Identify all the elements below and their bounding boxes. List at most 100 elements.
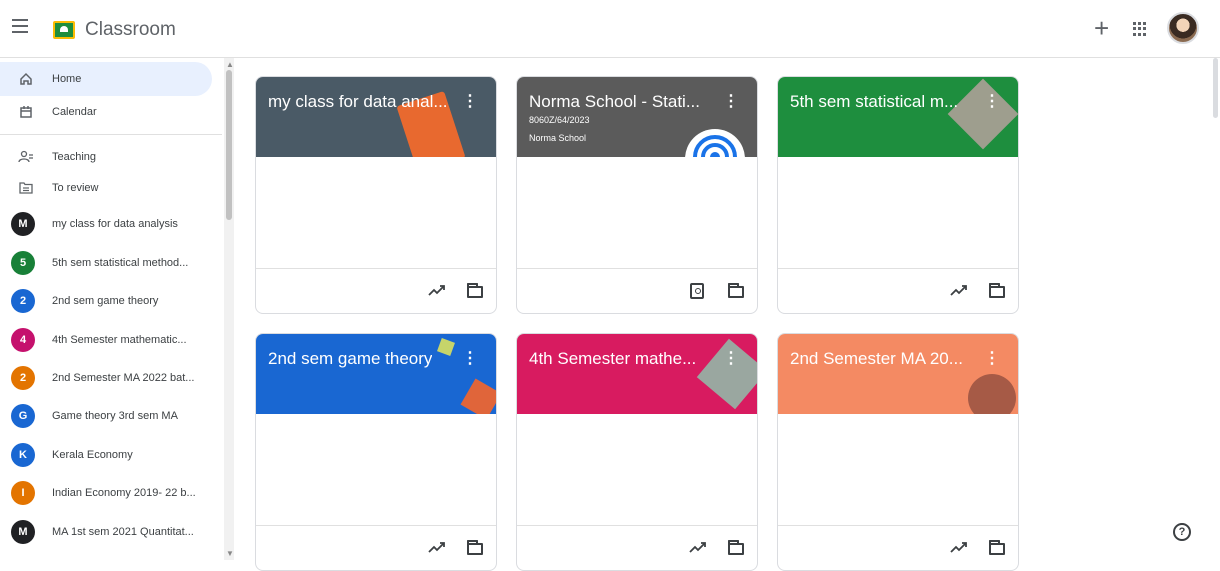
class-card-banner[interactable]: 5th sem statistical m... ⋮	[778, 77, 1018, 157]
sidebar-scrollbar-thumb[interactable]	[226, 70, 232, 220]
sidebar: Home Calendar Teaching To review M my cl…	[0, 58, 222, 560]
class-card-banner[interactable]: Norma School - Stati... 8060Z/64/2023 No…	[517, 77, 757, 157]
class-initial-avatar: K	[11, 443, 35, 467]
folder-icon[interactable]	[728, 283, 744, 298]
trending-icon[interactable]	[950, 540, 968, 554]
sidebar-item-label: 2nd sem game theory	[52, 295, 159, 307]
sidebar-item-to-review[interactable]: To review	[0, 171, 212, 205]
sidebar-item-calendar[interactable]: Calendar	[0, 95, 212, 129]
folder-icon[interactable]	[467, 540, 483, 555]
more-vert-icon[interactable]: ⋮	[462, 91, 478, 111]
sidebar-scrollbar[interactable]: ▲ ▼	[224, 58, 234, 560]
game-board-illustration	[460, 378, 496, 414]
trending-icon[interactable]	[428, 540, 446, 554]
class-initial-avatar: 5	[11, 251, 35, 275]
portrait-icon[interactable]	[690, 283, 704, 299]
sidebar-item-label: MA 1st sem 2021 Quantitat...	[52, 526, 194, 538]
class-initial-avatar: M	[11, 212, 35, 236]
school-logo-icon	[685, 129, 745, 157]
trending-icon[interactable]	[950, 283, 968, 297]
class-card[interactable]: my class for data anal... ⋮	[255, 76, 497, 314]
class-initial-avatar: I	[11, 481, 35, 505]
scroll-up-arrow-icon[interactable]: ▲	[226, 60, 234, 69]
sidebar-item-label: Teaching	[52, 151, 97, 163]
class-card-section: 8060Z/64/2023	[529, 115, 590, 125]
plus-icon[interactable]: +	[1094, 15, 1109, 41]
more-vert-icon[interactable]: ⋮	[723, 91, 739, 111]
sidebar-class-item[interactable]: 4 4th Semester mathematic...	[0, 323, 212, 357]
class-card-title[interactable]: 4th Semester mathe...	[529, 349, 696, 369]
sidebar-class-item[interactable]: I Indian Economy 2019- 22 b...	[0, 476, 212, 510]
class-card-footer	[778, 268, 1018, 313]
sidebar-class-item[interactable]: 2 2nd sem game theory	[0, 284, 212, 318]
home-icon	[0, 72, 52, 86]
class-card-banner[interactable]: 2nd Semester MA 20... ⋮	[778, 334, 1018, 414]
sidebar-class-item[interactable]: M MA 1st sem 2021 Quantitat...	[0, 515, 212, 549]
sidebar-item-teaching[interactable]: Teaching	[0, 140, 212, 174]
sidebar-item-label: Kerala Economy	[52, 449, 133, 461]
class-card[interactable]: 2nd Semester MA 20... ⋮	[777, 333, 1019, 571]
class-card-title[interactable]: 2nd sem game theory	[268, 349, 432, 369]
class-initial-avatar: M	[11, 520, 35, 544]
main-scrollbar[interactable]	[1210, 58, 1220, 560]
class-initial-avatar: G	[11, 404, 35, 428]
trending-icon[interactable]	[428, 283, 446, 297]
dice-illustration	[437, 338, 455, 356]
trending-icon[interactable]	[689, 540, 707, 554]
class-initial-avatar: 2	[11, 289, 35, 313]
people-icon	[0, 150, 52, 164]
folder-icon[interactable]	[989, 540, 1005, 555]
class-initial-avatar: 4	[11, 328, 35, 352]
class-card[interactable]: 4th Semester mathe... ⋮	[516, 333, 758, 571]
sidebar-class-item[interactable]: 5 5th sem statistical method...	[0, 246, 212, 280]
main-scrollbar-thumb[interactable]	[1213, 58, 1218, 118]
record-illustration	[968, 374, 1016, 414]
class-card[interactable]: 5th sem statistical m... ⋮	[777, 76, 1019, 314]
sidebar-item-label: 4th Semester mathematic...	[52, 334, 187, 346]
more-vert-icon[interactable]: ⋮	[462, 348, 478, 368]
sidebar-item-label: 2nd Semester MA 2022 bat...	[52, 372, 195, 384]
app-title[interactable]: Classroom	[85, 19, 176, 41]
class-card[interactable]: 2nd sem game theory ⋮	[255, 333, 497, 571]
apps-grid-icon[interactable]	[1133, 22, 1147, 36]
class-card-banner[interactable]: 4th Semester mathe... ⋮	[517, 334, 757, 414]
sidebar-item-home[interactable]: Home	[0, 62, 212, 96]
sidebar-item-label: Indian Economy 2019- 22 b...	[52, 487, 196, 499]
folder-icon[interactable]	[989, 283, 1005, 298]
class-card-footer	[256, 268, 496, 313]
class-card[interactable]: Norma School - Stati... 8060Z/64/2023 No…	[516, 76, 758, 314]
folder-icon[interactable]	[467, 283, 483, 298]
more-vert-icon[interactable]: ⋮	[984, 348, 1000, 368]
calendar-icon	[0, 105, 52, 119]
sidebar-class-item[interactable]: M my class for data analysis	[0, 207, 212, 241]
classroom-logo-icon[interactable]	[53, 21, 75, 39]
sidebar-item-label: Calendar	[52, 106, 97, 118]
class-card-title[interactable]: Norma School - Stati...	[529, 92, 700, 112]
folder-review-icon	[0, 182, 52, 194]
class-card-banner[interactable]: my class for data anal... ⋮	[256, 77, 496, 157]
class-card-footer	[517, 525, 757, 570]
sidebar-item-label: 5th sem statistical method...	[52, 257, 189, 269]
class-card-owner: Norma School	[529, 133, 587, 143]
more-vert-icon[interactable]: ⋮	[723, 348, 739, 368]
sidebar-class-item[interactable]: K Kerala Economy	[0, 438, 212, 472]
hamburger-menu-icon[interactable]	[12, 19, 32, 39]
more-vert-icon[interactable]: ⋮	[984, 91, 1000, 111]
class-card-footer	[256, 525, 496, 570]
book-illustration	[947, 78, 1018, 150]
top-bar: Classroom +	[0, 0, 1220, 58]
class-card-title[interactable]: my class for data anal...	[268, 92, 448, 112]
sidebar-item-label: Game theory 3rd sem MA	[52, 410, 178, 422]
class-card-footer	[517, 268, 757, 313]
class-card-banner[interactable]: 2nd sem game theory ⋮	[256, 334, 496, 414]
sidebar-item-label: To review	[52, 182, 99, 194]
folder-icon[interactable]	[728, 540, 744, 555]
scroll-down-arrow-icon[interactable]: ▼	[226, 549, 234, 558]
help-icon[interactable]: ?	[1173, 523, 1191, 541]
sidebar-divider	[0, 134, 222, 135]
sidebar-class-item[interactable]: G Game theory 3rd sem MA	[0, 399, 212, 433]
sidebar-class-item[interactable]: 2 2nd Semester MA 2022 bat...	[0, 361, 212, 395]
avatar[interactable]	[1167, 12, 1199, 44]
class-card-title[interactable]: 5th sem statistical m...	[790, 92, 958, 112]
class-card-title[interactable]: 2nd Semester MA 20...	[790, 349, 963, 369]
